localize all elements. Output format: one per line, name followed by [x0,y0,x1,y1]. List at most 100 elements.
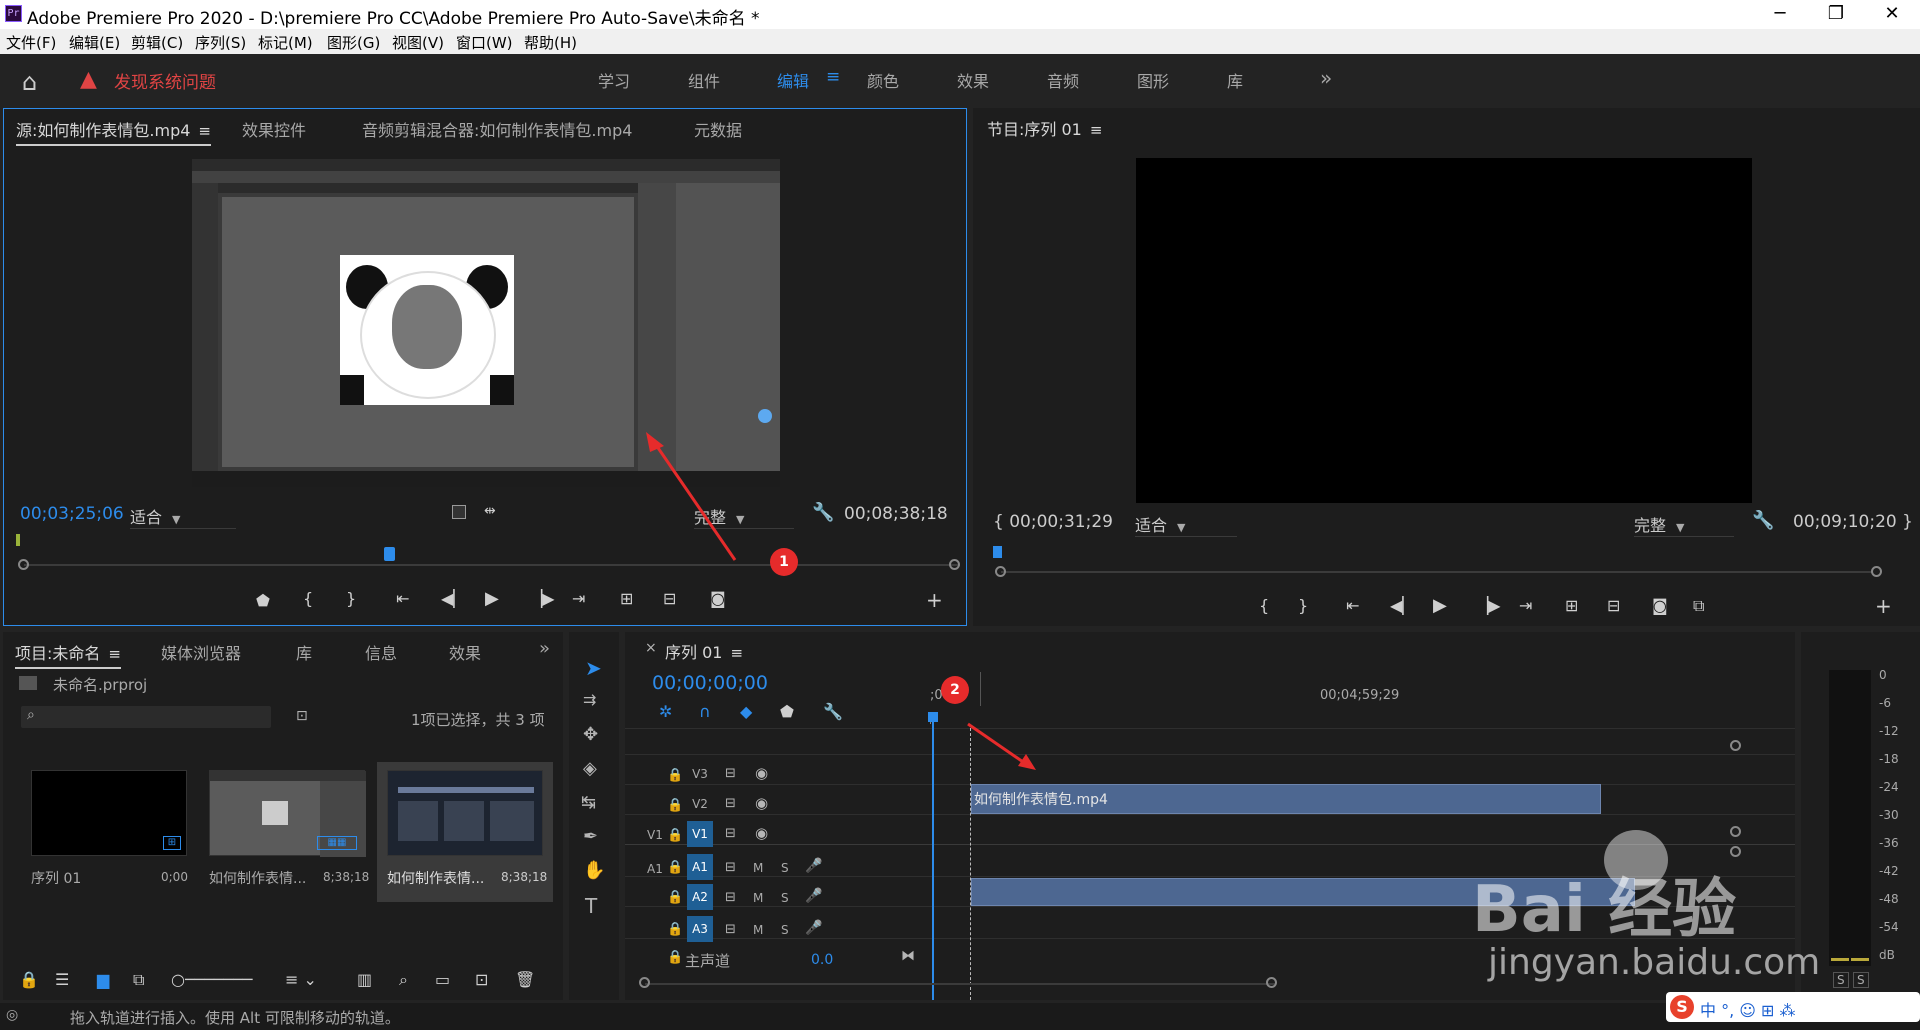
close-button[interactable]: ✕ [1872,2,1912,26]
track-label-a3[interactable]: A3 [687,916,713,942]
lock-icon[interactable]: 🔒 [19,970,39,989]
export-frame-icon[interactable]: ◙ [1652,596,1668,615]
source-patch-v1[interactable]: V1 [647,828,663,842]
play-icon[interactable]: ▶ [1433,595,1447,616]
sync-lock-icon[interactable]: ⊟ [725,890,736,905]
tab-media-browser[interactable]: 媒体浏览器 [161,640,241,664]
program-current-timecode[interactable]: { 00;00;31;29 [993,512,1113,532]
menu-file[interactable]: 文件(F) [6,32,56,53]
timeline-playhead-line[interactable] [932,712,934,1000]
track-lock-icon[interactable]: 🔒 [667,950,683,965]
master-volume-value[interactable]: 0.0 [811,952,833,968]
microphone-icon[interactable]: 🎤 [805,920,822,936]
lift-icon[interactable]: ⊞ [1565,596,1578,615]
extract-icon[interactable]: ⊟ [1607,596,1620,615]
panel-menu-icon[interactable]: ≡ [1090,121,1103,139]
linked-selection-icon[interactable]: ◆ [740,702,752,721]
track-lock-icon[interactable]: 🔒 [667,922,683,937]
drag-video-icon[interactable]: ⇹ [484,503,496,519]
mute-button[interactable]: M [753,861,763,875]
new-bin-icon[interactable]: ▭ [435,970,450,989]
menu-marker[interactable]: 标记(M) [258,32,313,53]
menu-graphics[interactable]: 图形(G) [327,32,380,53]
scroll-start-handle[interactable] [639,977,650,988]
button-editor-icon[interactable]: + [1875,594,1892,618]
step-back-icon[interactable]: ◀▏ [1390,596,1415,615]
eye-icon[interactable]: ◉ [755,764,768,782]
hand-tool-icon[interactable]: ✋ [583,860,605,881]
project-item-sequence[interactable]: ⊞ 序列 01 0;00 [21,762,197,902]
solo-button[interactable]: S [781,923,789,937]
track-label-v1[interactable]: V1 [687,821,713,847]
menu-edit[interactable]: 编辑(E) [69,32,120,53]
timeline-settings-icon[interactable]: 🔧 [823,702,843,721]
track-lock-icon[interactable]: 🔒 [667,890,683,905]
workspace-editing[interactable]: 编辑 [777,68,809,92]
ime-status[interactable]: 中 °, ☺ ⊞ ⁂ [1700,997,1796,1021]
razor-tool-icon[interactable]: ◈ [583,758,597,779]
source-zoom-select[interactable]: 适合 ▼ [130,504,236,529]
tab-info[interactable]: 信息 [365,640,397,664]
restore-button[interactable]: ❐ [1816,2,1856,26]
video-clip[interactable]: 如何制作表情包.mp4 [971,784,1601,814]
solo-button[interactable]: S [781,861,789,875]
source-patch-a1[interactable]: A1 [647,862,663,876]
workspace-color[interactable]: 颜色 [867,68,899,92]
track-lock-icon[interactable]: 🔒 [667,768,683,783]
zoom-slider-icon[interactable]: ○─────── [171,970,252,989]
go-to-out-icon[interactable]: ⇥ [1519,596,1532,615]
insert-icon[interactable]: ⊞ [620,589,633,608]
pen-tool-icon[interactable]: ✒ [583,826,598,847]
eye-icon[interactable]: ◉ [755,824,768,842]
track-label-a1[interactable]: A1 [687,854,713,880]
scrub-end-handle[interactable] [1871,566,1882,577]
snap-icon[interactable]: ∩ [699,702,711,721]
play-icon[interactable]: ▶ [485,588,499,609]
track-select-icon[interactable]: ⇉ [583,690,596,709]
workspace-learn[interactable]: 学习 [598,68,630,92]
track-label-v3[interactable]: V3 [687,761,713,787]
source-current-timecode[interactable]: 00;03;25;06 [20,504,124,524]
sort-icons-icon[interactable]: ≡ ⌄ [285,970,317,989]
menu-sequence[interactable]: 序列(S) [195,32,246,53]
export-frame-icon[interactable]: ◙ [710,589,726,608]
comparison-view-icon[interactable]: ⧉ [1693,596,1704,616]
scrub-start-handle[interactable] [18,559,29,570]
menu-view[interactable]: 视图(V) [392,32,444,53]
video-track-zoom-handle[interactable] [1730,826,1741,837]
add-marker-icon[interactable]: ⬟ [256,591,270,610]
sync-lock-icon[interactable]: ⊟ [725,922,736,937]
program-scrub-bar[interactable] [1001,571,1873,573]
track-lock-icon[interactable]: 🔒 [667,828,683,843]
sync-lock-icon[interactable]: ⊟ [725,860,736,875]
project-item-clip[interactable]: ▦▦ 如何制作表情... 8;38;18 [199,762,375,902]
solo-button[interactable]: S [781,891,789,905]
scrub-start-handle[interactable] [995,566,1006,577]
scrub-end-handle[interactable] [949,559,960,570]
sync-lock-icon[interactable]: ⊟ [725,826,736,841]
mute-button[interactable]: M [753,891,763,905]
timeline-timecode[interactable]: 00;00;00;00 [652,672,768,694]
menu-clip[interactable]: 剪辑(C) [131,32,183,53]
go-to-in-icon[interactable]: ⇤ [1346,596,1359,615]
mark-out-icon[interactable]: } [1298,596,1308,615]
mark-out-icon[interactable]: } [346,589,356,608]
tab-effects[interactable]: 效果 [449,640,481,664]
new-item-icon[interactable]: ⊡ [475,970,488,989]
source-scrub-bar[interactable] [24,564,960,566]
overwrite-icon[interactable]: ⊟ [663,589,676,608]
microphone-icon[interactable]: 🎤 [805,888,822,904]
track-label-a2[interactable]: A2 [687,884,713,910]
sync-lock-icon[interactable]: ⊟ [725,796,736,811]
go-to-in-icon[interactable]: ⇤ [396,589,409,608]
tab-project[interactable]: 项目:未命名 ≡ [15,640,121,669]
go-to-out-icon[interactable]: ⇥ [572,589,585,608]
panel-overflow-icon[interactable]: » [539,638,550,659]
workspace-assembly[interactable]: 组件 [688,68,720,92]
project-search-input[interactable]: ⌕ [21,706,271,728]
track-label-v2[interactable]: V2 [687,791,713,817]
workspace-effects[interactable]: 效果 [957,68,989,92]
wrench-icon[interactable]: 🔧 [1752,510,1774,531]
close-tab-icon[interactable]: × [645,640,657,656]
tab-effect-controls[interactable]: 效果控件 [242,117,306,141]
